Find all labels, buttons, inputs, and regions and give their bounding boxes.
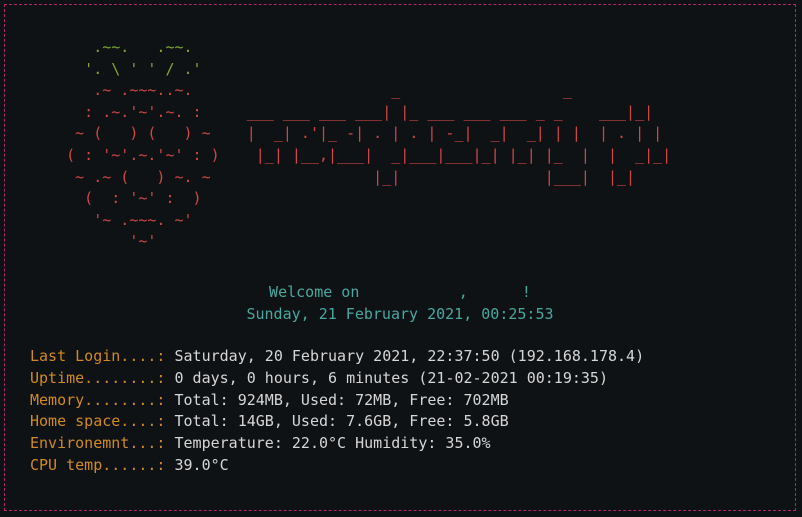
ascii-line: ~ ( ) ( ) ~ | _| .'|_ -| . | . | -_| _| …	[30, 123, 671, 145]
raspberry-body-art: : .~.'~'.~. :	[30, 102, 202, 121]
raspberrypi-banner-art: | _| .'|_ -| . | . | -_| _| _| | | | . |…	[210, 124, 663, 143]
info-row: Last Login....: Saturday, 20 February 20…	[30, 346, 644, 368]
raspberry-leaf-art: '. \ ' ' / .'	[30, 59, 202, 78]
raspberry-body-art: ~ ( ) ( ) ~	[30, 124, 211, 143]
raspberry-body-art: ~ .~ ( ) ~. ~	[30, 167, 211, 186]
raspberrypi-banner-art: _ _	[192, 81, 572, 100]
raspberry-body-art: ( : '~' : )	[30, 189, 202, 208]
raspberry-body-art: .~ .~~~..~.	[30, 81, 193, 100]
ascii-line: .~~. .~~.	[30, 37, 671, 59]
info-value: Temperature: 22.0°C Humidity: 35.0%	[165, 434, 491, 453]
info-label: Last Login....:	[30, 347, 166, 365]
info-value: Total: 14GB, Used: 7.6GB, Free: 5.8GB	[165, 412, 509, 431]
raspberry-body-art: ( : '~'.~.'~' : )	[30, 145, 220, 164]
raspberrypi-banner-art: ___ ___ ___ ___| |_ ___ ___ ___ _ _ ___|…	[201, 102, 654, 121]
info-label: Environemnt...:	[30, 434, 166, 453]
ascii-line: '~'	[30, 231, 671, 253]
info-value: 0 days, 0 hours, 6 minutes (21-02-2021 0…	[165, 368, 608, 387]
welcome-line: Welcome on , !	[269, 283, 531, 301]
info-label: Uptime........:	[30, 368, 166, 387]
info-row: Home space....: Total: 14GB, Used: 7.6GB…	[30, 411, 644, 433]
ascii-line: ( : '~' : )	[30, 188, 671, 210]
raspberry-leaf-art: .~~. .~~.	[30, 38, 193, 56]
info-row: CPU temp......: 39.0°C	[30, 455, 644, 477]
info-label: Memory........:	[30, 390, 166, 409]
ascii-line: ( : '~'.~.'~' : ) |_| |__,|___| _|___|__…	[30, 145, 671, 167]
welcome-block: Welcome on , ! Sunday, 21 February 2021,…	[230, 282, 570, 325]
ascii-line: .~ .~~~..~. _ _	[30, 80, 671, 102]
raspberry-body-art: '~ .~~~. ~'	[30, 210, 193, 229]
system-info: Last Login....: Saturday, 20 February 20…	[30, 346, 644, 477]
current-datetime: Sunday, 21 February 2021, 00:25:53	[246, 304, 554, 323]
raspberrypi-banner-art: |_| |__,|___| _|___|___|_| |_| |_ | | _|…	[219, 145, 672, 164]
info-label: Home space....:	[30, 412, 166, 431]
system-info-list: Last Login....: Saturday, 20 February 20…	[30, 346, 644, 477]
info-value: 39.0°C	[165, 455, 229, 474]
raspberry-body-art: '~'	[30, 232, 157, 251]
info-row: Environemnt...: Temperature: 22.0°C Humi…	[30, 433, 644, 455]
ascii-line: '. \ ' ' / .'	[30, 59, 671, 81]
info-value: Total: 924MB, Used: 72MB, Free: 702MB	[165, 390, 509, 409]
ascii-line: '~ .~~~. ~'	[30, 210, 671, 232]
info-row: Memory........: Total: 924MB, Used: 72MB…	[30, 390, 644, 412]
ascii-art: .~~. .~~. '. \ ' ' / .' .~ .~~~..~. _ _ …	[30, 37, 671, 253]
ascii-line: ~ .~ ( ) ~. ~ |_| |___| |_|	[30, 167, 671, 189]
info-value: Saturday, 20 February 2021, 22:37:50 (19…	[165, 347, 645, 365]
raspberrypi-banner-art: |_| |___| |_|	[210, 167, 636, 186]
info-row: Uptime........: 0 days, 0 hours, 6 minut…	[30, 368, 644, 390]
info-label: CPU temp......:	[30, 455, 166, 474]
raspberry-pi-logo: .~~. .~~. '. \ ' ' / .' .~ .~~~..~. _ _ …	[30, 37, 671, 253]
ascii-line: : .~.'~'.~. : ___ ___ ___ ___| |_ ___ __…	[30, 102, 671, 124]
